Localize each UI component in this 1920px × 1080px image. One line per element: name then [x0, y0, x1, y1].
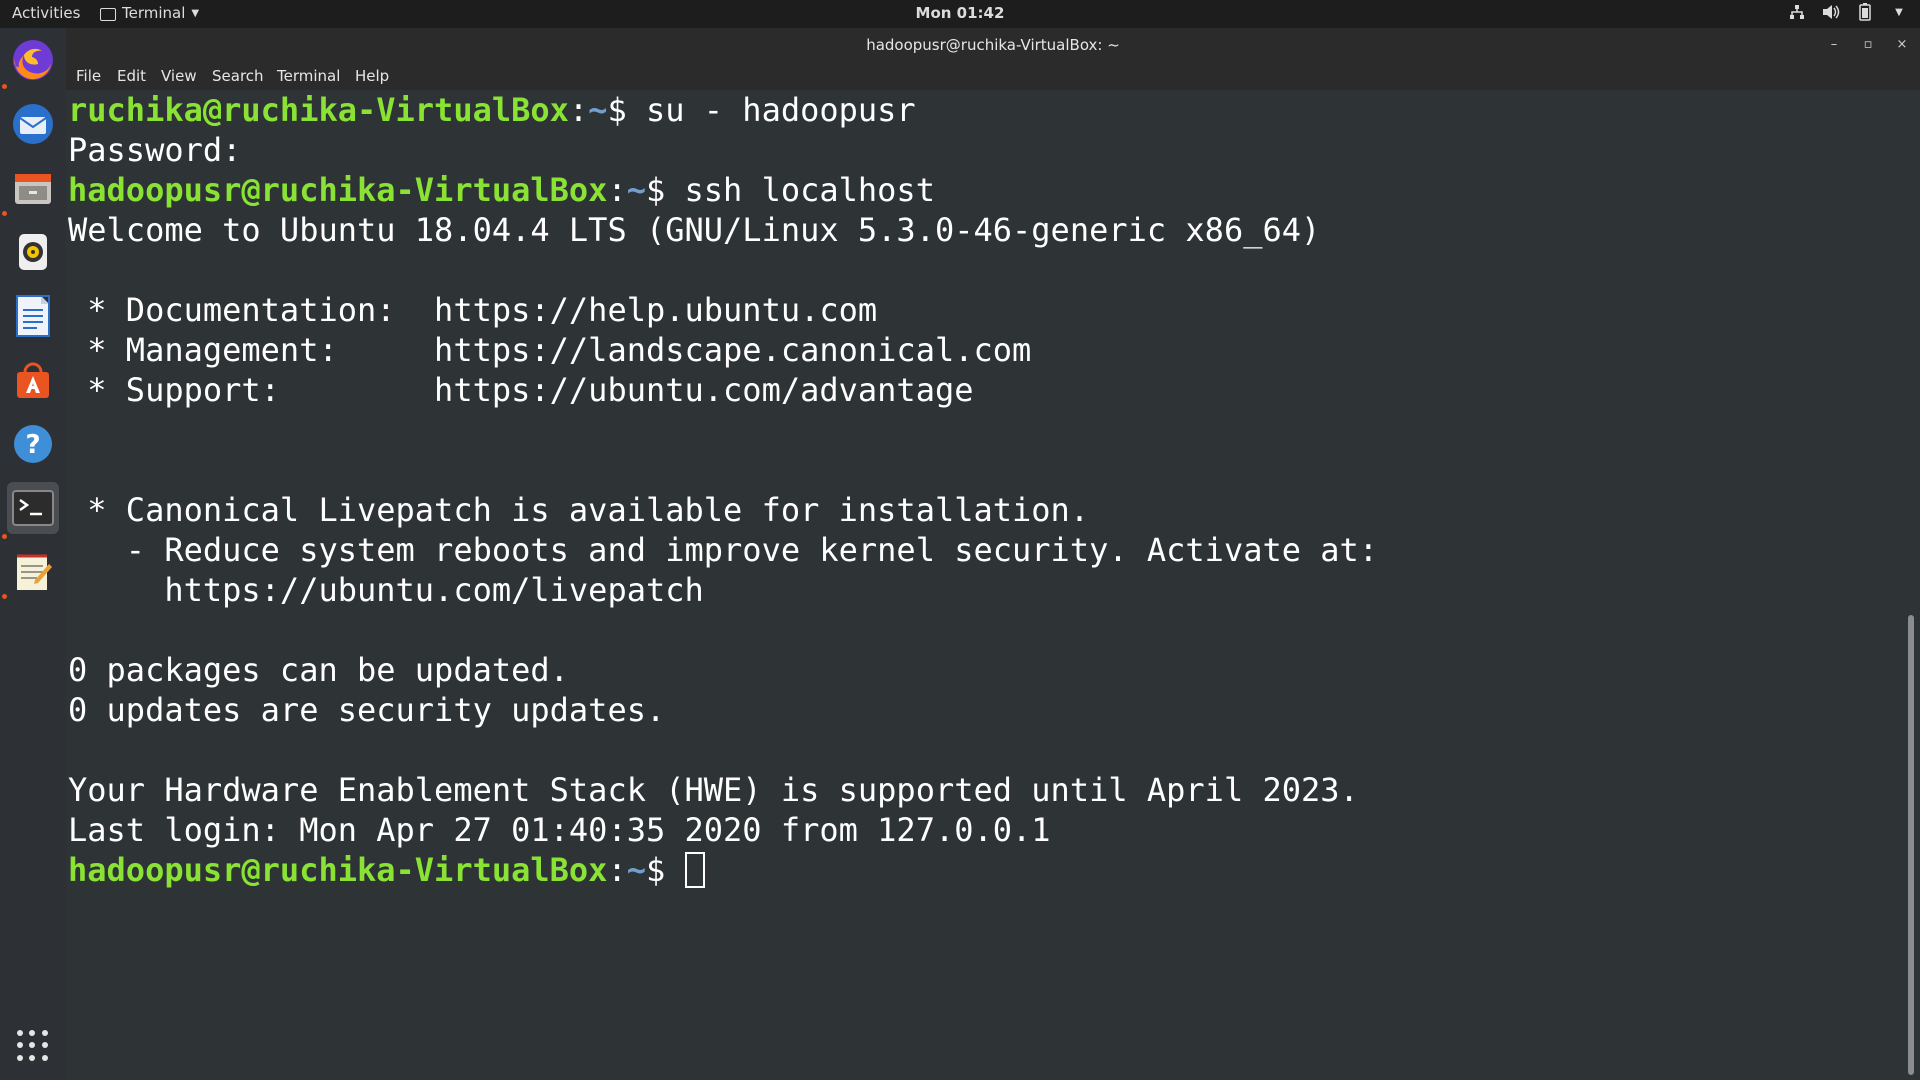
- running-indicator: [2, 84, 7, 89]
- terminal-line: ruchika@ruchika-VirtualBox:~$ su - hadoo…: [68, 91, 916, 129]
- show-applications-icon[interactable]: [17, 1030, 49, 1062]
- terminal-window: hadoopusr@ruchika-VirtualBox: ~ – ▫ × Fi…: [66, 28, 1920, 1080]
- terminal-line: Password:: [68, 131, 242, 169]
- files-icon[interactable]: [7, 162, 59, 214]
- clock[interactable]: Mon 01:42: [916, 4, 1005, 22]
- terminal-icon[interactable]: [7, 482, 59, 534]
- running-indicator: [2, 534, 7, 539]
- menu-search[interactable]: Search: [212, 67, 264, 85]
- terminal-line: Your Hardware Enablement Stack (HWE) is …: [68, 771, 1359, 809]
- scrollbar[interactable]: [1908, 615, 1914, 1075]
- activities-button[interactable]: Activities: [12, 4, 80, 22]
- app-menu[interactable]: Terminal ▼: [100, 4, 199, 22]
- terminal-line: 0 updates are security updates.: [68, 691, 666, 729]
- menu-terminal[interactable]: Terminal: [277, 67, 340, 85]
- svg-text:?: ?: [25, 430, 40, 460]
- thunderbird-icon[interactable]: [7, 98, 59, 150]
- terminal-line: Last login: Mon Apr 27 01:40:35 2020 fro…: [68, 811, 1051, 849]
- menu-file[interactable]: File: [76, 67, 101, 85]
- chevron-down-icon: ▼: [191, 7, 200, 19]
- running-indicator: [2, 211, 7, 216]
- menu-bar: File Edit View Search Terminal Help: [66, 62, 1920, 90]
- terminal-line: * Support: https://ubuntu.com/advantage: [68, 371, 974, 409]
- terminal-small-icon: [100, 7, 116, 21]
- terminal-line: * Canonical Livepatch is available for i…: [68, 491, 1090, 529]
- battery-icon[interactable]: [1856, 3, 1874, 21]
- terminal-line: hadoopusr@ruchika-VirtualBox:~$ ssh loca…: [68, 171, 935, 209]
- system-tray[interactable]: ▼: [1788, 3, 1908, 21]
- volume-icon[interactable]: [1822, 3, 1840, 21]
- app-menu-label: Terminal: [122, 4, 186, 22]
- minimize-icon[interactable]: –: [1824, 35, 1844, 55]
- menu-view[interactable]: View: [161, 67, 197, 85]
- terminal-line: https://ubuntu.com/livepatch: [68, 571, 704, 609]
- text-editor-icon[interactable]: [7, 546, 59, 598]
- libreoffice-writer-icon[interactable]: [7, 290, 59, 342]
- system-menu-caret-icon[interactable]: ▼: [1890, 3, 1908, 21]
- terminal-line: * Documentation: https://help.ubuntu.com: [68, 291, 878, 329]
- title-bar[interactable]: hadoopusr@ruchika-VirtualBox: ~ – ▫ ×: [66, 28, 1920, 62]
- top-bar: Activities Terminal ▼ Mon 01:42 ▼: [0, 0, 1920, 28]
- terminal-prompt-line: hadoopusr@ruchika-VirtualBox:~$: [68, 850, 705, 890]
- menu-help[interactable]: Help: [355, 67, 389, 85]
- terminal-line: - Reduce system reboots and improve kern…: [68, 531, 1379, 569]
- network-icon[interactable]: [1788, 3, 1806, 21]
- firefox-icon[interactable]: [7, 34, 59, 86]
- rhythmbox-icon[interactable]: [7, 226, 59, 278]
- window-title: hadoopusr@ruchika-VirtualBox: ~: [866, 36, 1120, 54]
- terminal-cursor: [684, 852, 705, 888]
- help-icon[interactable]: ?: [7, 418, 59, 470]
- dock: ?: [0, 28, 66, 1080]
- terminal-line: Welcome to Ubuntu 18.04.4 LTS (GNU/Linux…: [68, 211, 1321, 249]
- maximize-icon[interactable]: ▫: [1858, 35, 1878, 55]
- close-icon[interactable]: ×: [1892, 35, 1912, 55]
- terminal-output[interactable]: ruchika@ruchika-VirtualBox:~$ su - hadoo…: [66, 90, 1920, 1080]
- menu-edit[interactable]: Edit: [117, 67, 146, 85]
- terminal-line: * Management: https://landscape.canonica…: [68, 331, 1032, 369]
- running-indicator: [2, 594, 7, 599]
- terminal-line: 0 packages can be updated.: [68, 651, 569, 689]
- ubuntu-software-icon[interactable]: [7, 354, 59, 406]
